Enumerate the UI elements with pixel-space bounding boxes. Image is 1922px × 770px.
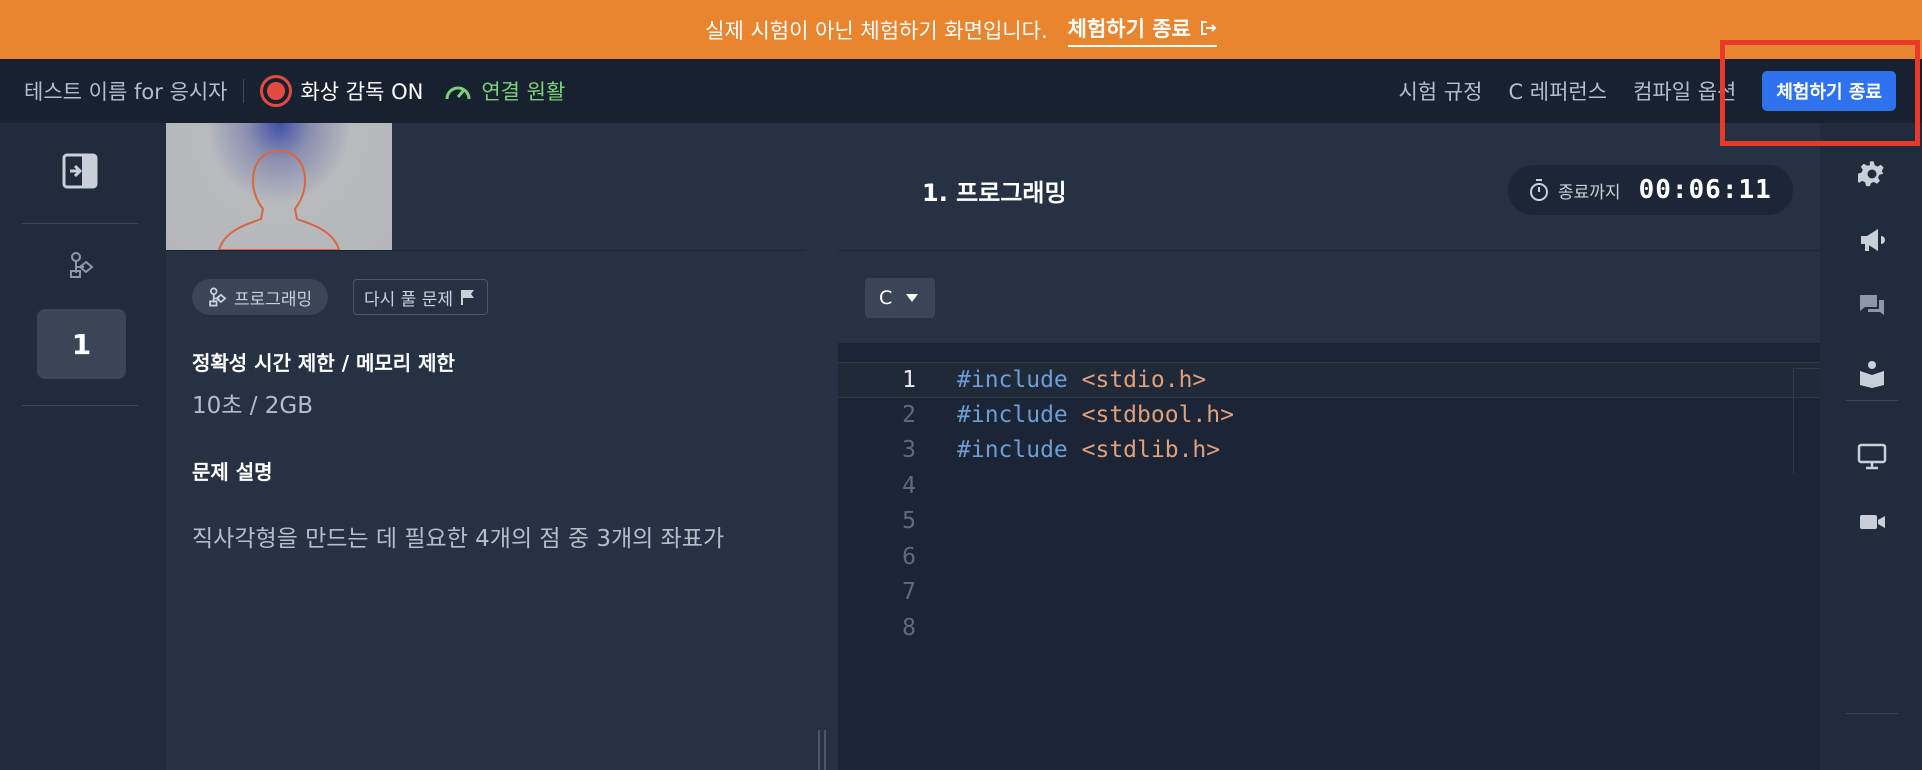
speedometer-icon: [445, 86, 471, 100]
header-actions: 시험 규정 C 레퍼런스 컴파일 옵션 체험하기 종료: [1398, 59, 1922, 123]
code-directive: #include: [957, 437, 1068, 463]
chat-icon[interactable]: [1857, 291, 1887, 321]
gear-icon[interactable]: [1857, 159, 1887, 189]
megaphone-icon[interactable]: [1857, 225, 1887, 255]
header-divider: [243, 79, 245, 103]
problem-number-button[interactable]: 1: [37, 309, 126, 379]
test-name: 테스트 이름 for 응시자: [24, 80, 228, 104]
timer: 종료까지 00:06:11: [1508, 165, 1793, 215]
code-line[interactable]: 4: [838, 469, 1820, 505]
code-line[interactable]: 2 #include <stdbool.h>: [838, 398, 1820, 434]
app-root: 실제 시험이 아닌 체험하기 화면입니다. 체험하기 종료 테스트 이름 for…: [0, 0, 1922, 770]
banner-message: 실제 시험이 아닌 체험하기 화면입니다.: [705, 18, 1048, 43]
c-reference-link[interactable]: C 레퍼런스: [1508, 76, 1607, 106]
language-select-value: C: [879, 287, 893, 309]
record-icon: [260, 75, 293, 107]
chevron-down-icon: [906, 294, 919, 302]
pane-resizer[interactable]: [806, 250, 838, 770]
sidebar-divider: [1846, 713, 1898, 714]
proctor-status: 화상 감독 ON: [260, 75, 423, 107]
sidebar-divider: [22, 405, 138, 406]
webcam-preview: [166, 123, 392, 250]
connection-status-label: 연결 원활: [481, 80, 566, 104]
code-line[interactable]: 1 #include <stdio.h>: [838, 362, 1820, 398]
code-line[interactable]: 8: [838, 611, 1820, 647]
problem-pane: 프로그래밍 다시 풀 문제 정확성 시간 제한 / 메모리 제한 10초 / 2…: [166, 250, 818, 770]
description-text: 직사각형을 만드는 데 필요한 4개의 점 중 3개의 좌표가: [192, 526, 725, 552]
banner-end-trial-label: 체험하기 종료: [1067, 16, 1191, 41]
sidebar-divider: [1846, 400, 1898, 401]
problem-title: 1. 프로그래밍: [922, 179, 1067, 207]
code-line[interactable]: 3 #include <stdlib.h>: [838, 433, 1820, 469]
retry-problem-button[interactable]: 다시 풀 문제: [353, 279, 489, 315]
monitor-icon[interactable]: [1857, 441, 1887, 471]
limits-heading: 정확성 시간 제한 / 메모리 제한: [192, 351, 455, 375]
problem-type-chip: 프로그래밍: [192, 279, 329, 315]
video-camera-icon[interactable]: [1857, 507, 1887, 537]
line-number: 2: [902, 401, 916, 428]
line-number: 7: [902, 579, 916, 605]
code-header: <stdio.h>: [1081, 367, 1207, 393]
right-sidebar: [1820, 123, 1922, 770]
flowchart-icon: [68, 251, 96, 283]
line-number: 4: [902, 472, 916, 499]
timer-value: 00:06:11: [1638, 175, 1772, 205]
banner-end-trial-link[interactable]: 체험하기 종료: [1067, 13, 1217, 47]
compile-options-link[interactable]: 컴파일 옵션: [1633, 76, 1736, 106]
code-directive: #include: [957, 367, 1068, 393]
code-area[interactable]: 1 #include <stdio.h> 2 #include <stdbool…: [838, 362, 1820, 646]
exam-rules-link[interactable]: 시험 규정: [1398, 76, 1482, 106]
timer-label: 종료까지: [1558, 182, 1621, 203]
code-directive: #include: [957, 401, 1068, 428]
language-select[interactable]: C: [865, 278, 935, 318]
stopwatch-icon: [1530, 179, 1548, 201]
code-header: <stdlib.h>: [1081, 437, 1221, 463]
problem-type-label: 프로그래밍: [234, 289, 313, 310]
proctor-status-label: 화상 감독 ON: [300, 80, 424, 104]
code-line[interactable]: 6: [838, 540, 1820, 576]
flag-icon: [461, 290, 475, 305]
code-editor-panel: C 1 #include <stdio.h> 2 #include <stdbo…: [838, 250, 1820, 770]
panel-collapse-icon[interactable]: [62, 153, 98, 193]
line-number: 6: [902, 543, 916, 570]
exit-icon: [1200, 20, 1217, 35]
code-line[interactable]: 5: [838, 504, 1820, 540]
editor-toolbar: C: [838, 250, 1820, 343]
end-trial-button[interactable]: 체험하기 종료: [1762, 71, 1896, 111]
person-silhouette-icon: [217, 149, 341, 250]
retry-problem-label: 다시 풀 문제: [364, 289, 454, 310]
trial-banner: 실제 시험이 아닌 체험하기 화면입니다. 체험하기 종료: [0, 0, 1922, 59]
top-header: 테스트 이름 for 응시자 화상 감독 ON 연결 원활 시험 규정 C 레퍼…: [0, 59, 1922, 123]
book-icon[interactable]: [1857, 359, 1887, 389]
problem-title-bar: 1. 프로그래밍 종료까지 00:06:11: [392, 123, 1820, 250]
minimap-divider: [1795, 368, 1820, 369]
resize-grip-icon[interactable]: [818, 730, 826, 770]
flowchart-icon: [209, 287, 227, 307]
code-line[interactable]: 7: [838, 575, 1820, 611]
left-sidebar: 1: [0, 123, 166, 770]
line-number: 1: [902, 367, 916, 393]
description-heading: 문제 설명: [192, 460, 273, 484]
sidebar-divider: [22, 223, 138, 224]
line-number: 5: [902, 508, 916, 534]
code-header: <stdbool.h>: [1081, 401, 1234, 428]
connection-status: 연결 원활: [443, 76, 565, 106]
line-number: 3: [902, 437, 916, 463]
minimap-divider: [1793, 368, 1794, 474]
line-number: 8: [902, 614, 916, 641]
limits-value: 10초 / 2GB: [192, 393, 314, 419]
